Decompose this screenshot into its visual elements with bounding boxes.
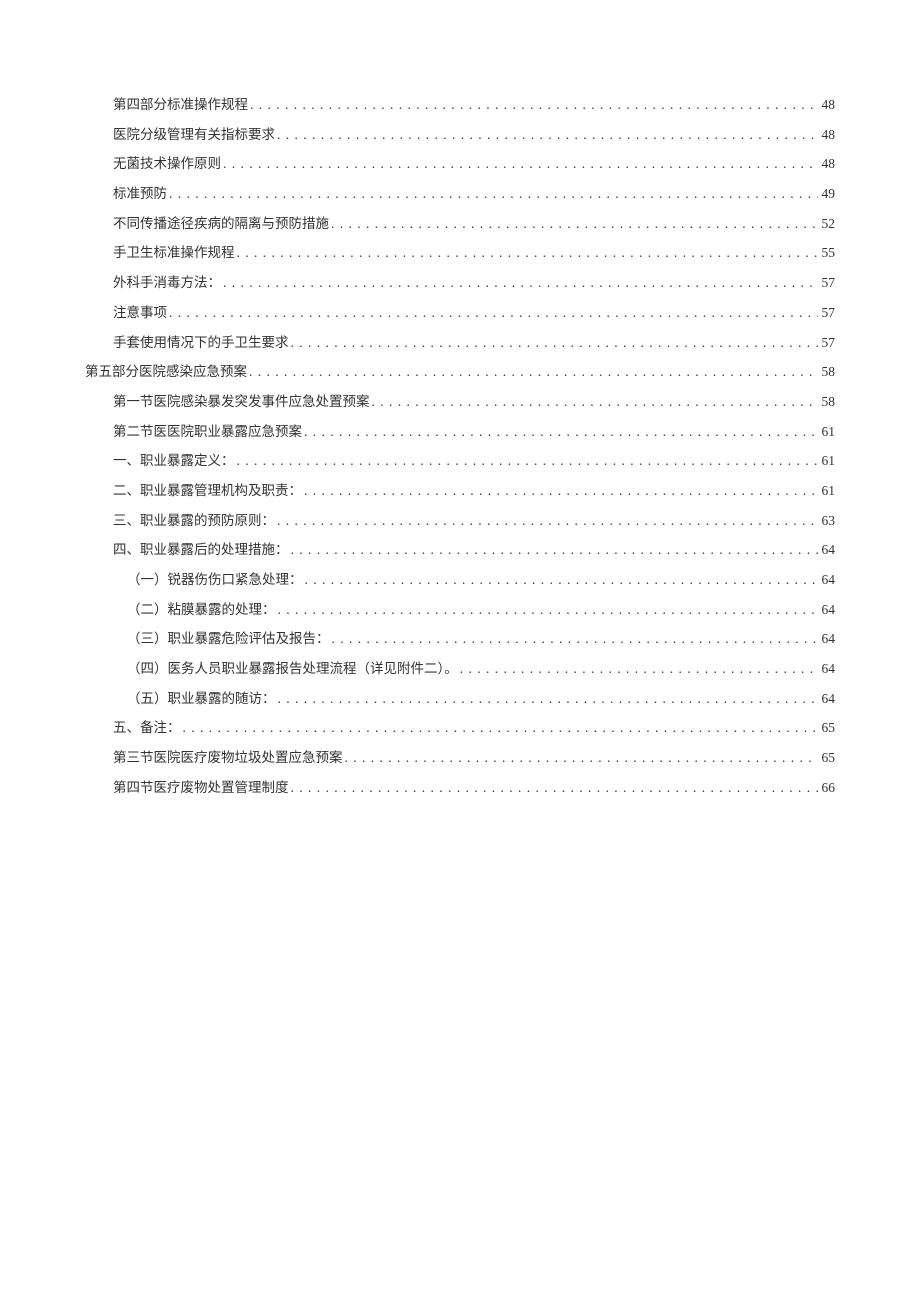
toc-leader-dots [237, 446, 818, 476]
toc-entry-title: 四、职业暴露后的处理措施： [113, 535, 289, 565]
toc-entry-page: 64 [820, 684, 836, 714]
toc-entry-page: 48 [820, 120, 836, 150]
toc-entry-title: 第三节医院医疗废物垃圾处置应急预案 [113, 743, 343, 773]
toc-entry-title: 第一节医院感染暴发突发事件应急处置预案 [113, 387, 370, 417]
toc-entry-title: 二、职业暴露管理机构及职责： [113, 476, 302, 506]
toc-leader-dots [331, 209, 818, 239]
toc-entry-page: 64 [820, 654, 836, 684]
toc-leader-dots [304, 476, 818, 506]
toc-entry: （二）粘膜暴露的处理： 64 [85, 595, 835, 625]
toc-entry: 外科手消毒方法： 57 [85, 268, 835, 298]
toc-entry: 二、职业暴露管理机构及职责： 61 [85, 476, 835, 506]
toc-leader-dots [277, 506, 818, 536]
toc-entry-title: （四）医务人员职业暴露报告处理流程（详见附件二）。 [127, 654, 458, 684]
toc-entry-page: 48 [820, 90, 836, 120]
toc-entry: 不同传播途径疾病的隔离与预防措施 52 [85, 209, 835, 239]
toc-leader-dots [291, 535, 818, 565]
toc-leader-dots [278, 595, 818, 625]
toc-entry: 无菌技术操作原则 48 [85, 149, 835, 179]
toc-entry-title: （二）粘膜暴露的处理： [127, 595, 276, 625]
toc-entry-page: 49 [820, 179, 836, 209]
toc-entry-page: 58 [820, 387, 836, 417]
document-page: 第四部分标准操作规程48医院分级管理有关指标要求48无菌技术操作原则48标准预防… [0, 0, 920, 803]
toc-entry-page: 65 [820, 713, 836, 743]
toc-entry-page: 55 [820, 238, 836, 268]
toc-entry-page: 52 [820, 209, 836, 239]
toc-entry-title: 医院分级管理有关指标要求 [113, 120, 275, 150]
toc-leader-dots [278, 684, 818, 714]
toc-entry: 第四节医疗废物处置管理制度 66 [85, 773, 835, 803]
toc-entry-title: 无菌技术操作原则 [113, 149, 221, 179]
toc-leader-dots [223, 268, 818, 298]
toc-entry-page: 61 [820, 417, 836, 447]
toc-entry: 第一节医院感染暴发突发事件应急处置预案 58 [85, 387, 835, 417]
toc-entry-title: 不同传播途径疾病的隔离与预防措施 [113, 209, 329, 239]
toc-entry: 第四部分标准操作规程 48 [85, 90, 835, 120]
toc-entry: （四）医务人员职业暴露报告处理流程（详见附件二）。 64 [85, 654, 835, 684]
toc-leader-dots [277, 120, 818, 150]
toc-entry-title: 第五部分医院感染应急预案 [85, 357, 247, 387]
toc-entry-title: （五）职业暴露的随访： [127, 684, 276, 714]
toc-entry-page: 48 [820, 149, 836, 179]
toc-leader-dots [291, 773, 818, 803]
toc-leader-dots [291, 328, 818, 358]
toc-entry: 第五部分医院感染应急预案 58 [85, 357, 835, 387]
toc-entry: 医院分级管理有关指标要求 48 [85, 120, 835, 150]
toc-leader-dots [304, 417, 818, 447]
toc-leader-dots [372, 387, 818, 417]
toc-leader-dots [183, 713, 818, 743]
toc-entry-page: 63 [820, 506, 836, 536]
toc-leader-dots [305, 565, 818, 595]
toc-entry-page: 57 [820, 298, 836, 328]
toc-leader-dots [223, 149, 818, 179]
toc-entry-page: 64 [820, 595, 836, 625]
toc-leader-dots [169, 298, 818, 328]
toc-leader-dots [169, 179, 818, 209]
toc-leader-dots [249, 357, 818, 387]
toc-entry-title: 三、职业暴露的预防原则： [113, 506, 275, 536]
toc-leader-dots [332, 624, 818, 654]
toc-entry-page: 58 [820, 357, 836, 387]
toc-entry-title: （一）锐器伤伤口紧急处理： [127, 565, 303, 595]
toc-entry: 注意事项 57 [85, 298, 835, 328]
toc-entry-title: 手卫生标准操作规程 [113, 238, 235, 268]
toc-entry-title: 一、职业暴露定义： [113, 446, 235, 476]
toc-entry-page: 65 [820, 743, 836, 773]
toc-leader-dots [460, 654, 818, 684]
toc-entry: 第二节医医院职业暴露应急预案 61 [85, 417, 835, 447]
toc-leader-dots [237, 238, 818, 268]
toc-entry: 手套使用情况下的手卫生要求 57 [85, 328, 835, 358]
toc-entry-page: 57 [820, 328, 836, 358]
toc-entry-page: 64 [820, 565, 836, 595]
toc-entry: 标准预防 49 [85, 179, 835, 209]
toc-entry: 第三节医院医疗废物垃圾处置应急预案 65 [85, 743, 835, 773]
toc-leader-dots [250, 90, 818, 120]
toc-leader-dots [345, 743, 818, 773]
toc-entry-title: 五、备注： [113, 713, 181, 743]
table-of-contents: 第四部分标准操作规程48医院分级管理有关指标要求48无菌技术操作原则48标准预防… [85, 90, 835, 803]
toc-entry: 三、职业暴露的预防原则： 63 [85, 506, 835, 536]
toc-entry-title: 注意事项 [113, 298, 167, 328]
toc-entry: （三）职业暴露危险评估及报告： 64 [85, 624, 835, 654]
toc-entry-page: 61 [820, 446, 836, 476]
toc-entry: 四、职业暴露后的处理措施： 64 [85, 535, 835, 565]
toc-entry: （一）锐器伤伤口紧急处理： 64 [85, 565, 835, 595]
toc-entry-title: 外科手消毒方法： [113, 268, 221, 298]
toc-entry-title: 标准预防 [113, 179, 167, 209]
toc-entry-page: 64 [820, 535, 836, 565]
toc-entry-page: 61 [820, 476, 836, 506]
toc-entry-title: 手套使用情况下的手卫生要求 [113, 328, 289, 358]
toc-entry-title: 第四节医疗废物处置管理制度 [113, 773, 289, 803]
toc-entry: 一、职业暴露定义： 61 [85, 446, 835, 476]
toc-entry-title: 第二节医医院职业暴露应急预案 [113, 417, 302, 447]
toc-entry-page: 57 [820, 268, 836, 298]
toc-entry-title: （三）职业暴露危险评估及报告： [127, 624, 330, 654]
toc-entry-page: 66 [820, 773, 836, 803]
toc-entry: 五、备注： 65 [85, 713, 835, 743]
toc-entry: （五）职业暴露的随访： 64 [85, 684, 835, 714]
toc-entry-title: 第四部分标准操作规程 [113, 90, 248, 120]
toc-entry-page: 64 [820, 624, 836, 654]
toc-entry: 手卫生标准操作规程 55 [85, 238, 835, 268]
